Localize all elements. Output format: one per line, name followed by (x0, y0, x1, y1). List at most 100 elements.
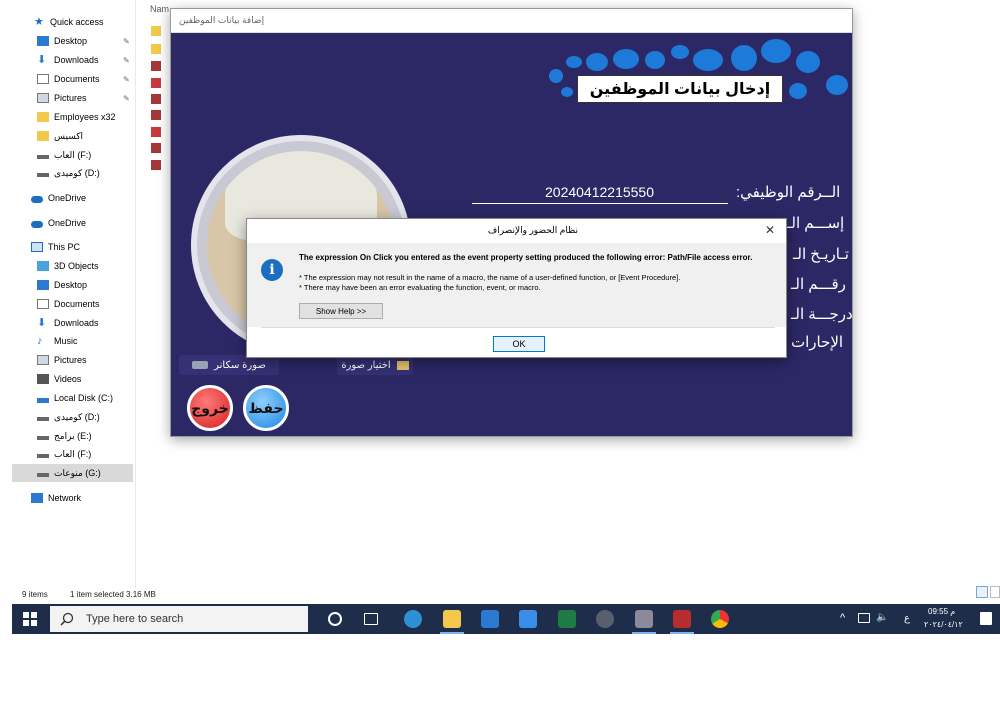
nav-item-label: العاب (F:) (54, 149, 92, 160)
notifications-icon[interactable] (980, 612, 992, 625)
tray-time[interactable]: 09:55 م (928, 607, 955, 616)
volume-icon[interactable]: 🔈 (876, 612, 888, 623)
nav-item-drive-c[interactable]: Local Disk (C:) (0, 389, 135, 407)
cloud-icon (31, 195, 43, 203)
nav-item-documents[interactable]: Documents ✎ (0, 70, 135, 88)
nav-item-this-pc[interactable]: This PC (0, 238, 135, 256)
network-tray-icon[interactable] (858, 613, 870, 623)
show-help-button[interactable]: Show Help >> (299, 303, 383, 319)
nav-item-documents-pc[interactable]: Documents (0, 295, 135, 313)
store-icon[interactable] (481, 610, 499, 628)
administration-label: الإحارات (791, 334, 844, 351)
drive-icon (37, 173, 49, 177)
dialog-detail-1: * The expression may not result in the n… (299, 273, 681, 282)
taskbar-search-box[interactable]: Type here to search (50, 606, 308, 632)
drive-icon (37, 397, 49, 403)
dialog-main-message: The expression On Click you entered as t… (299, 253, 753, 262)
folder-icon[interactable] (151, 44, 161, 54)
decor-bubble (796, 51, 820, 73)
nav-item-drive-e[interactable]: برامج (E:) (0, 427, 135, 445)
cortana-icon[interactable] (328, 612, 342, 626)
nav-item-label: كوميدى (D:) (54, 411, 100, 422)
tiles-view-button[interactable] (990, 586, 1000, 598)
paint-icon[interactable] (596, 610, 614, 628)
access-icon[interactable] (670, 610, 694, 634)
access-file-icon[interactable] (151, 61, 161, 71)
nav-item-music[interactable]: ♪ Music (0, 332, 135, 350)
pin-icon: ✎ (123, 74, 130, 84)
app-photo-icon[interactable] (632, 610, 656, 634)
ok-button[interactable]: OK (493, 336, 545, 352)
nav-item-3d-objects[interactable]: 3D Objects (0, 257, 135, 275)
computer-icon (31, 242, 43, 252)
decor-bubble (761, 39, 791, 63)
nav-item-desktop-pc[interactable]: Desktop (0, 276, 135, 294)
choose-image-button[interactable]: اختيار صورة (337, 355, 413, 375)
download-icon: ⬇ (37, 54, 47, 66)
nav-item-pictures[interactable]: Pictures ✎ (0, 89, 135, 107)
network-icon (31, 493, 43, 503)
nav-item-label: Videos (54, 374, 82, 384)
language-indicator[interactable]: ع (904, 613, 910, 624)
mail-icon[interactable] (519, 610, 537, 628)
desktop: ★ Quick access Desktop ✎ ⬇ Downloads ✎ D… (0, 0, 1000, 703)
star-icon: ★ (34, 16, 44, 28)
access-file-icon[interactable] (151, 160, 161, 170)
access-file-icon[interactable] (151, 78, 161, 88)
chrome-icon[interactable] (711, 610, 729, 628)
nav-item-videos[interactable]: Videos (0, 370, 135, 388)
nav-item-label: Downloads (54, 55, 99, 65)
scanner-image-button[interactable]: صورة سكانر (179, 355, 279, 375)
tray-date[interactable]: ٢٠٢٤/٠٤/١٢ (924, 620, 963, 629)
exit-button[interactable]: خروج (187, 385, 233, 431)
access-file-icon[interactable] (151, 110, 161, 120)
nav-item-label: منوعات (G:) (54, 467, 101, 478)
form-window-title: إضافة بيانات الموظفين (179, 15, 265, 25)
access-file-icon[interactable] (151, 127, 161, 137)
nav-item-onedrive-1[interactable]: OneDrive (0, 189, 135, 207)
nav-item-downloads[interactable]: ⬇ Downloads ✎ (0, 51, 135, 69)
cube-icon (37, 261, 49, 271)
folder-icon (396, 360, 409, 370)
nav-item-drive-g[interactable]: منوعات (G:) (12, 464, 133, 482)
save-button[interactable]: حفظ (243, 385, 289, 431)
decor-bubble (645, 51, 665, 69)
nav-item-network[interactable]: Network (0, 489, 135, 507)
nav-item-downloads-pc[interactable]: ⬇ Downloads (0, 314, 135, 332)
windows-icon (23, 612, 37, 626)
nav-item-drive-f[interactable]: العاب (F:) (0, 146, 135, 164)
nav-item-drive-d-pc[interactable]: كوميدى (D:) (0, 408, 135, 426)
dialog-close-button[interactable]: ✕ (760, 220, 780, 240)
file-list-name-header[interactable]: Nam (150, 4, 169, 14)
employee-number-value[interactable]: 20240412215550 (545, 184, 654, 200)
form-titlebar[interactable]: إضافة بيانات الموظفين (171, 9, 852, 33)
nav-item-label: Desktop (54, 280, 88, 290)
task-view-icon[interactable] (364, 613, 378, 625)
nav-item-label: العاب (F:) (54, 448, 92, 459)
nav-item-label: OneDrive (48, 193, 87, 203)
nav-item-drive-d[interactable]: كوميدى (D:) (0, 164, 135, 182)
excel-icon[interactable] (558, 610, 576, 628)
employee-number-underline (472, 203, 728, 204)
taskbar: Type here to search ^ 🔈 ع 09:55 م ٢٠٢٤/٠… (12, 604, 1000, 634)
folder-icon[interactable] (151, 26, 161, 36)
nav-item-access-folder[interactable]: اكسيس (0, 127, 135, 145)
nav-item-pictures-pc[interactable]: Pictures (0, 351, 135, 369)
access-file-icon[interactable] (151, 143, 161, 153)
nav-item-drive-f-pc[interactable]: العاب (F:) (0, 445, 135, 463)
pin-icon: ✎ (123, 36, 130, 46)
nav-item-desktop[interactable]: Desktop ✎ (0, 32, 135, 50)
nav-item-employees-x32[interactable]: Employees x32 (0, 108, 135, 126)
edge-icon[interactable] (404, 610, 422, 628)
access-file-icon[interactable] (151, 94, 161, 104)
nav-item-onedrive-2[interactable]: OneDrive (0, 214, 135, 232)
start-button[interactable] (12, 604, 48, 634)
details-view-button[interactable] (976, 586, 988, 598)
file-explorer-icon[interactable] (440, 610, 464, 634)
exit-button-label: خروج (191, 399, 229, 416)
tray-chevron-icon[interactable]: ^ (840, 612, 845, 624)
decor-bubble (613, 49, 639, 69)
status-selection: 1 item selected 3.16 MB (70, 590, 156, 599)
nav-item-quick-access[interactable]: ★ Quick access (0, 13, 135, 31)
nav-item-label: Local Disk (C:) (54, 393, 114, 403)
